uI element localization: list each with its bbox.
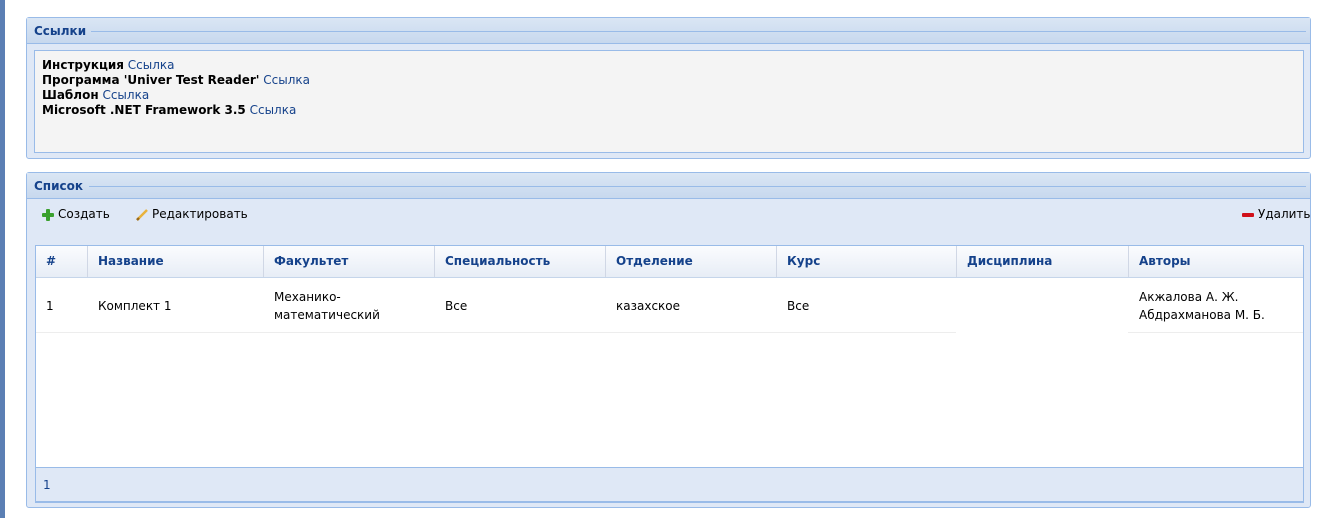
cell-name: Комплект 1	[98, 298, 172, 313]
list-panel-header: Список	[27, 173, 1310, 199]
column-header-authors[interactable]: Авторы	[1129, 246, 1303, 277]
create-button[interactable]: Создать	[41, 205, 110, 223]
link-label: Инструкция	[42, 58, 124, 72]
link-label: Программа 'Univer Test Reader'	[42, 73, 260, 87]
author-name: Абдрахманова М. Б.	[1139, 307, 1265, 322]
edit-button[interactable]: Редактировать	[135, 205, 248, 223]
template-link[interactable]: Ссылка	[102, 88, 149, 102]
link-row-program: Программа 'Univer Test Reader' Ссылка	[42, 73, 1296, 88]
list-panel-title: Список	[34, 179, 84, 193]
author-name: Акжалова А. Ж.	[1139, 289, 1239, 304]
minus-icon	[1242, 212, 1254, 217]
row-divider	[1128, 332, 1303, 333]
link-row-template: Шаблон Ссылка	[42, 88, 1296, 103]
faculty-line: математический	[274, 307, 380, 322]
delete-button[interactable]: Удалить	[1241, 205, 1311, 223]
row-divider	[36, 332, 956, 333]
grid-header: # Название Факультет Специальность Отдел…	[36, 246, 1303, 278]
table-row[interactable]: 1 Комплект 1 Механико- математический Вс…	[36, 278, 1303, 333]
left-border-bar	[0, 0, 5, 518]
create-label: Создать	[58, 207, 110, 221]
column-header-course[interactable]: Курс	[777, 246, 957, 277]
dotnet-link[interactable]: Ссылка	[250, 103, 297, 117]
grid-toolbar: Создать Редактировать Удалить	[27, 200, 1311, 228]
column-header-specialty[interactable]: Специальность	[435, 246, 606, 277]
program-link[interactable]: Ссылка	[263, 73, 310, 87]
link-label: Шаблон	[42, 88, 99, 102]
cell-number: 1	[46, 298, 54, 313]
header-divider	[89, 186, 1306, 187]
list-panel: Список Создать Редактировать Удалить # Н…	[26, 172, 1311, 508]
links-panel-title: Ссылки	[34, 24, 87, 38]
cell-specialty: Все	[445, 298, 468, 313]
link-label: Microsoft .NET Framework 3.5	[42, 103, 246, 117]
column-header-number[interactable]: #	[36, 246, 88, 277]
instruction-link[interactable]: Ссылка	[128, 58, 175, 72]
cell-faculty: Механико- математический	[264, 278, 435, 333]
pencil-icon	[136, 208, 148, 221]
plus-icon	[42, 208, 54, 221]
link-row-instruction: Инструкция Ссылка	[42, 58, 1296, 73]
cell-department: казахское	[616, 298, 681, 313]
data-grid: # Название Факультет Специальность Отдел…	[35, 245, 1304, 503]
column-header-name[interactable]: Название	[88, 246, 264, 277]
delete-label: Удалить	[1258, 207, 1311, 221]
cell-authors: Акжалова А. Ж. Абдрахманова М. Б.	[1129, 278, 1303, 333]
faculty-line: Механико-	[274, 289, 341, 304]
cell-course: Все	[787, 298, 810, 313]
pager-bar: 1	[35, 467, 1304, 502]
header-divider	[91, 31, 1306, 32]
column-header-faculty[interactable]: Факультет	[264, 246, 435, 277]
page-number-link[interactable]: 1	[43, 478, 51, 492]
edit-label: Редактировать	[152, 207, 248, 221]
column-header-department[interactable]: Отделение	[606, 246, 777, 277]
links-panel-header: Ссылки	[27, 18, 1310, 44]
links-panel: Ссылки Инструкция Ссылка Программа 'Univ…	[26, 17, 1311, 159]
column-header-discipline[interactable]: Дисциплина	[957, 246, 1129, 277]
links-list: Инструкция Ссылка Программа 'Univer Test…	[34, 50, 1304, 153]
cell-discipline	[957, 278, 1129, 333]
link-row-dotnet: Microsoft .NET Framework 3.5 Ссылка	[42, 103, 1296, 118]
